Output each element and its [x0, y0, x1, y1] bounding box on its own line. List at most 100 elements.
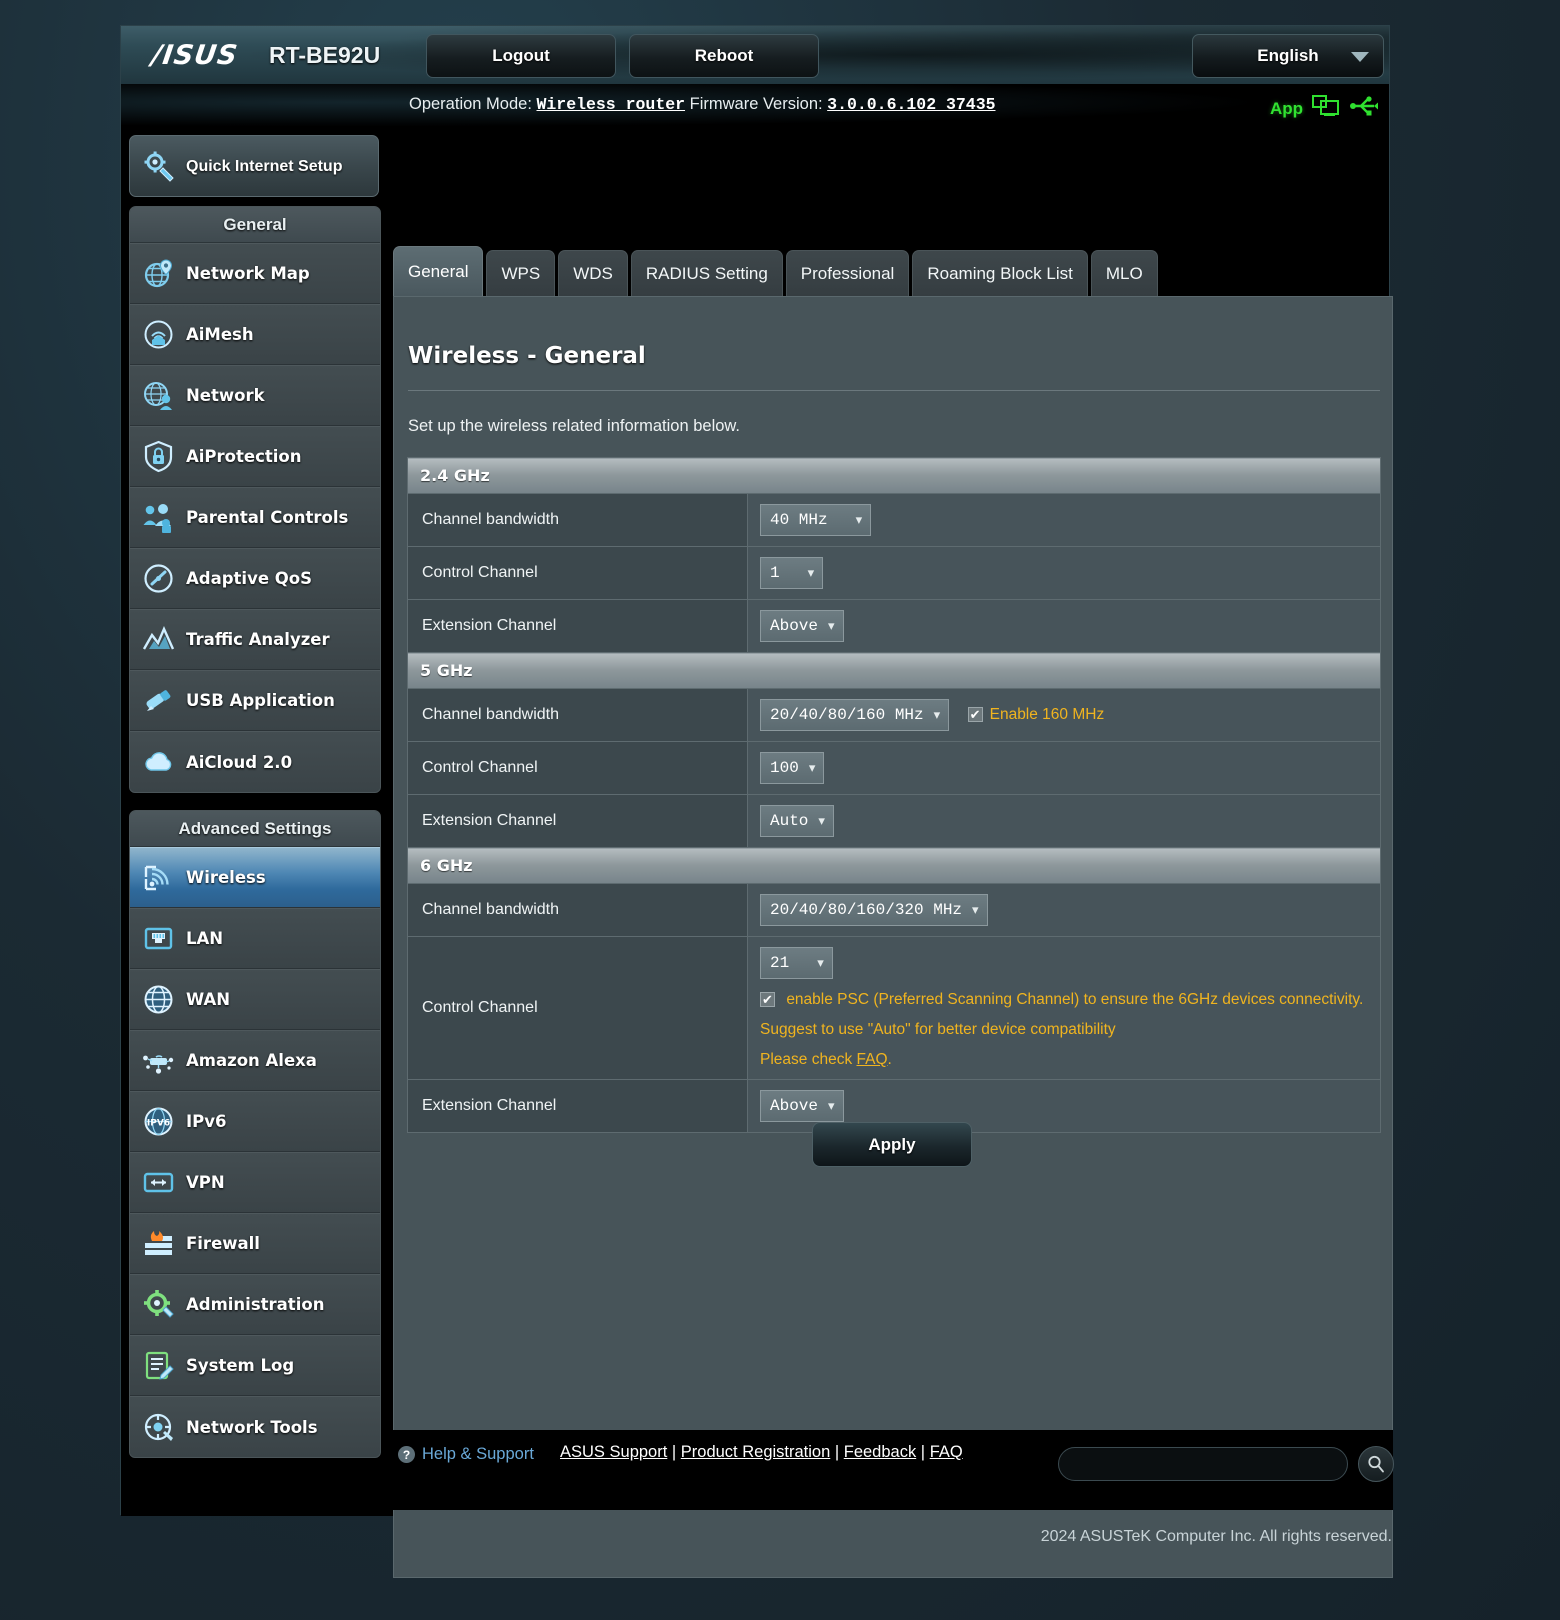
chevron-down-icon: ▾	[855, 512, 863, 527]
wireless-settings-table: 2.4 GHz Channel bandwidth 40 MHz ▾ Contr…	[407, 457, 1381, 1133]
sidebar-item-network[interactable]: Network	[130, 365, 380, 426]
language-selector[interactable]: English	[1192, 34, 1384, 78]
sidebar-group-general: General Network Map AiMesh Network AiPro…	[129, 206, 381, 793]
logout-button[interactable]: Logout	[426, 34, 616, 78]
language-selector-value: English	[1257, 46, 1319, 65]
sidebar-item-aicloud[interactable]: AiCloud 2.0	[130, 731, 380, 792]
sidebar-item-network-map[interactable]: Network Map	[130, 243, 380, 304]
page-description: Set up the wireless related information …	[408, 417, 741, 435]
tab-bar: General WPS WDS RADIUS Setting Professio…	[393, 246, 1161, 296]
sidebar-group-advanced-settings: Advanced Settings Wireless LAN WAN Amazo…	[129, 810, 381, 1458]
sidebar-item-usb-application[interactable]: USB Application	[130, 670, 380, 731]
product-registration-link[interactable]: Product Registration	[681, 1443, 831, 1461]
gauge-icon	[139, 560, 177, 598]
select-5-control-channel[interactable]: 100 ▾	[760, 752, 825, 784]
sidebar: Quick Internet Setup General Network Map…	[129, 130, 381, 1475]
asus-support-link[interactable]: ASUS Support	[560, 1443, 667, 1461]
quick-setup-icon	[140, 147, 178, 185]
label-5-extension-channel: Extension Channel	[407, 794, 748, 848]
sidebar-item-aimesh[interactable]: AiMesh	[130, 304, 380, 365]
sidebar-item-label: LAN	[186, 929, 224, 948]
app-screen-icon[interactable]	[1312, 94, 1340, 123]
tab-wds[interactable]: WDS	[558, 250, 628, 296]
sidebar-item-wan[interactable]: WAN	[130, 969, 380, 1030]
search-input[interactable]	[1059, 1448, 1347, 1480]
sidebar-item-aiprotection[interactable]: AiProtection	[130, 426, 380, 487]
select-6-channel-bandwidth[interactable]: 20/40/80/160/320 MHz ▾	[760, 894, 988, 926]
system-log-icon	[139, 1347, 177, 1385]
help-and-support-link[interactable]: ? Help & Support	[398, 1445, 534, 1464]
sidebar-item-label: Network Map	[186, 264, 310, 283]
sidebar-item-vpn[interactable]: VPN	[130, 1152, 380, 1213]
select-5-extension-channel[interactable]: Auto ▾	[760, 805, 834, 837]
sidebar-item-adaptive-qos[interactable]: Adaptive QoS	[130, 548, 380, 609]
select-24-control-channel[interactable]: 1 ▾	[760, 557, 824, 589]
gear-icon	[139, 1286, 177, 1324]
footer-sep-3: |	[916, 1443, 930, 1461]
apply-button[interactable]: Apply	[812, 1122, 972, 1167]
chevron-down-icon: ▾	[933, 707, 941, 722]
tab-professional[interactable]: Professional	[785, 250, 910, 296]
help-and-support-label: Help & Support	[422, 1445, 534, 1463]
select-6-control-channel[interactable]: 21 ▾	[760, 947, 833, 979]
tab-general[interactable]: General	[393, 246, 484, 296]
select-value: 20/40/80/160/320 MHz	[770, 901, 963, 919]
value-5-extension-channel: Auto ▾	[747, 794, 1381, 848]
value-24-extension-channel: Above ▾	[747, 599, 1381, 653]
enable-160mhz-checkbox[interactable]: ✔	[967, 707, 983, 723]
sidebar-item-wireless[interactable]: Wireless	[130, 847, 380, 908]
main-content: General WPS WDS RADIUS Setting Professio…	[393, 130, 1393, 1578]
tab-mlo[interactable]: MLO	[1090, 250, 1158, 296]
select-5-channel-bandwidth[interactable]: 20/40/80/160 MHz ▾	[760, 699, 950, 731]
network-icon	[139, 377, 177, 415]
section-header-6ghz: 6 GHz	[407, 847, 1381, 884]
sidebar-item-ipv6[interactable]: IPV6 IPv6	[130, 1091, 380, 1152]
sidebar-item-firewall[interactable]: Firewall	[130, 1213, 380, 1274]
table-row: Channel bandwidth 20/40/80/160/320 MHz ▾	[407, 883, 1381, 937]
chevron-down-icon	[1351, 52, 1369, 62]
traffic-analyzer-icon	[139, 621, 177, 659]
sidebar-item-quick-internet-setup[interactable]: Quick Internet Setup	[129, 135, 379, 197]
sidebar-item-traffic-analyzer[interactable]: Traffic Analyzer	[130, 609, 380, 670]
help-icon: ?	[398, 1446, 415, 1463]
tab-radius-setting[interactable]: RADIUS Setting	[630, 250, 783, 296]
sidebar-item-label: Administration	[186, 1295, 325, 1314]
chevron-down-icon: ▾	[818, 813, 825, 828]
chevron-down-icon: ▾	[972, 902, 979, 917]
sidebar-item-amazon-alexa[interactable]: Amazon Alexa	[130, 1030, 380, 1091]
sidebar-item-label: WAN	[186, 990, 231, 1009]
sidebar-item-lan[interactable]: LAN	[130, 908, 380, 969]
faq-link[interactable]: FAQ	[857, 1051, 888, 1068]
tab-wps[interactable]: WPS	[486, 250, 556, 296]
footer-faq-link[interactable]: FAQ	[930, 1443, 963, 1461]
firewall-icon	[139, 1225, 177, 1263]
value-24-control-channel: 1 ▾	[747, 546, 1381, 600]
select-24-channel-bandwidth[interactable]: 40 MHz ▾	[760, 504, 872, 536]
firmware-version-value[interactable]: 3.0.0.6.102_37435	[827, 95, 995, 114]
page-root: /ISUS RT-BE92U Logout Reboot English Ope…	[0, 0, 1560, 1620]
sidebar-item-administration[interactable]: Administration	[130, 1274, 380, 1335]
tab-roaming-block-list[interactable]: Roaming Block List	[912, 250, 1088, 296]
label-24-channel-bandwidth: Channel bandwidth	[407, 493, 748, 547]
feedback-link[interactable]: Feedback	[844, 1443, 916, 1461]
usb-icon[interactable]	[1349, 94, 1379, 123]
select-24-extension-channel[interactable]: Above ▾	[760, 610, 844, 642]
search-button[interactable]	[1358, 1446, 1394, 1482]
enable-psc-checkbox[interactable]: ✔	[760, 992, 775, 1007]
select-6-extension-channel[interactable]: Above ▾	[760, 1090, 844, 1122]
sidebar-item-parental-controls[interactable]: Parental Controls	[130, 487, 380, 548]
select-value: Above	[770, 617, 819, 635]
table-row: Extension Channel Above ▾	[407, 599, 1381, 653]
table-row: Extension Channel Auto ▾	[407, 794, 1381, 848]
table-row: Channel bandwidth 20/40/80/160 MHz ▾ ✔ E…	[407, 688, 1381, 742]
select-value: Above	[770, 1097, 819, 1115]
footer-search-box[interactable]	[1058, 1447, 1348, 1481]
operation-mode-value[interactable]: Wireless router	[537, 95, 686, 114]
sidebar-item-network-tools[interactable]: Network Tools	[130, 1396, 380, 1457]
reboot-button[interactable]: Reboot	[629, 34, 819, 78]
sidebar-item-label: Parental Controls	[186, 508, 349, 527]
sidebar-item-label: AiProtection	[186, 447, 302, 466]
sidebar-item-system-log[interactable]: System Log	[130, 1335, 380, 1396]
router-model-name: RT-BE92U	[269, 42, 381, 68]
sidebar-group-general-header: General	[130, 207, 380, 243]
